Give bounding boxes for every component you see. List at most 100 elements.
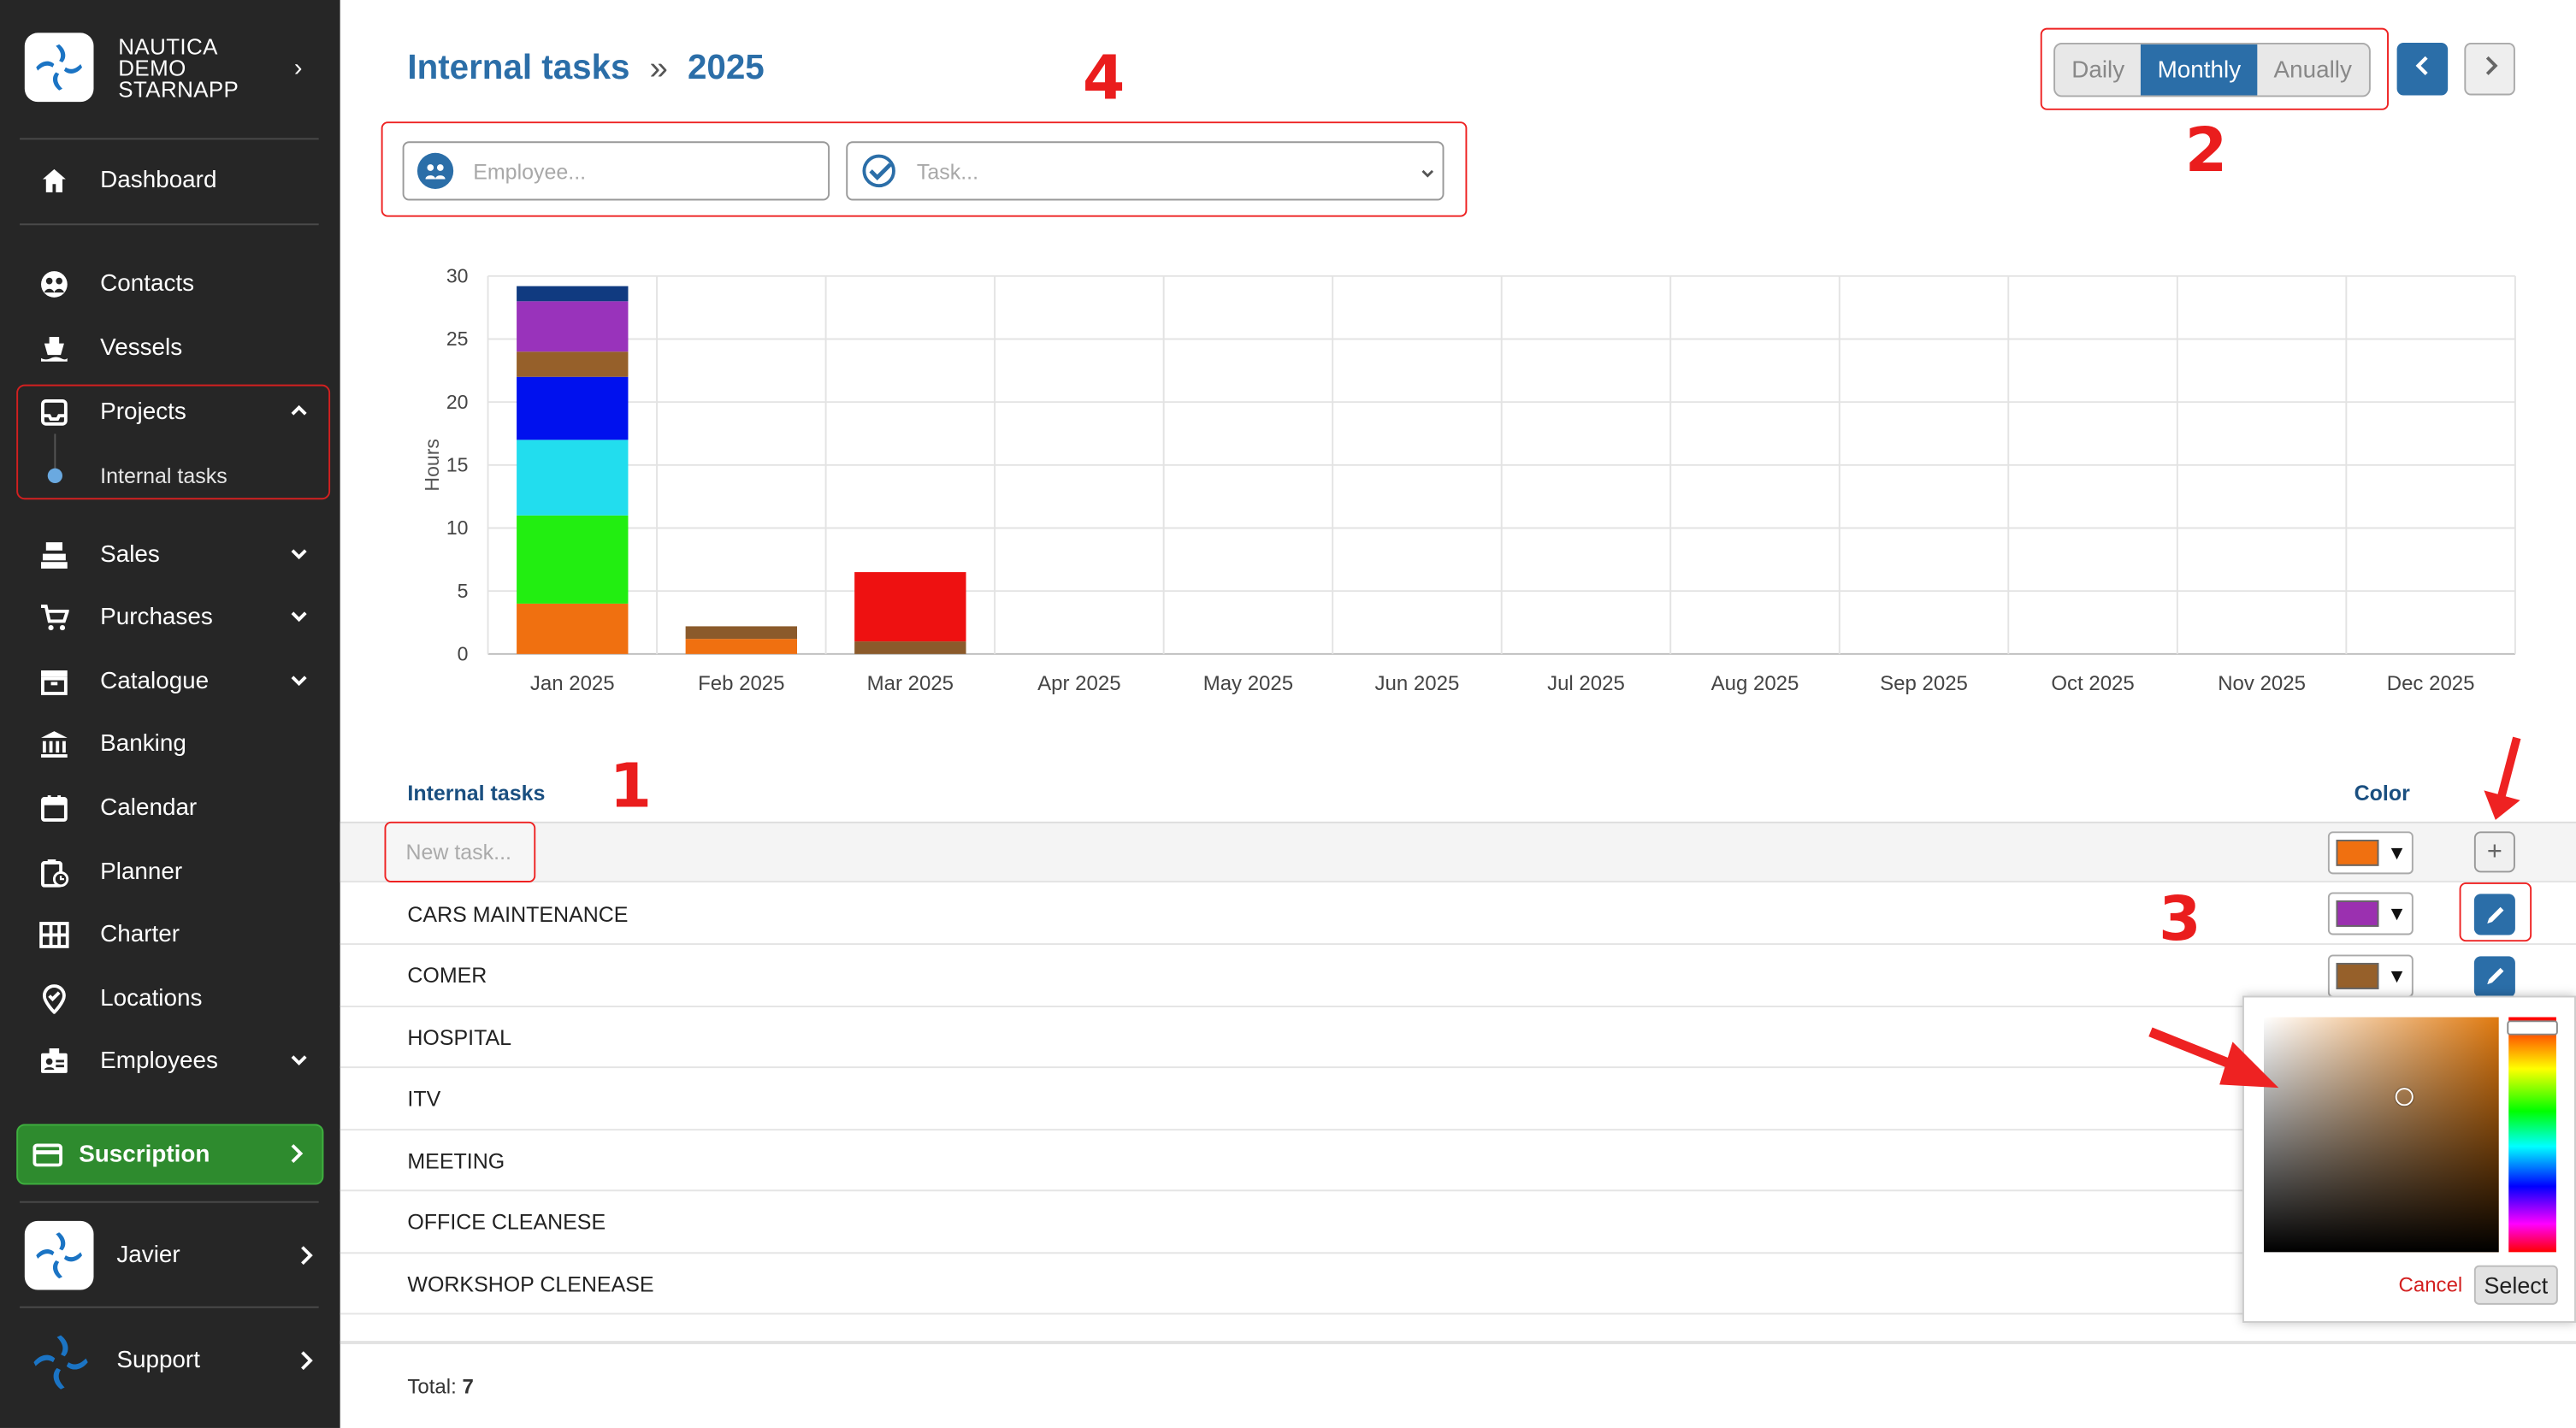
select-button[interactable]: Select xyxy=(2473,1265,2558,1305)
caret-down-icon: ▼ xyxy=(2387,841,2407,864)
y-tick-label: 15 xyxy=(446,454,469,476)
clipboard-clock-icon xyxy=(36,858,72,888)
sidebar-subitem-internal-tasks[interactable]: Internal tasks xyxy=(100,463,227,488)
task-name: MEETING xyxy=(407,1148,505,1173)
employee-filter[interactable] xyxy=(402,141,830,201)
table-footer-divider xyxy=(340,1341,2576,1344)
subscription-button[interactable]: Suscription xyxy=(16,1124,324,1185)
saturation-value-area[interactable] xyxy=(2264,1017,2499,1253)
bar-segment xyxy=(517,440,629,516)
x-tick-label: Sep 2025 xyxy=(1880,672,1968,695)
x-tick-label: Jul 2025 xyxy=(1547,672,1625,695)
chevron-right-icon xyxy=(2480,53,2500,85)
sidebar-item-label: Calendar xyxy=(100,795,198,822)
bar-segment xyxy=(517,603,629,654)
sidebar-item-label: Charter xyxy=(100,922,180,948)
bar-segment xyxy=(854,572,966,642)
y-tick-label: 0 xyxy=(458,643,469,665)
bar-segment xyxy=(517,376,629,440)
sidebar-item-catalogue[interactable]: Catalogue xyxy=(20,656,325,708)
sidebar-item-label: Vessels xyxy=(100,335,183,362)
task-filter[interactable] xyxy=(846,141,1445,201)
chevron-right-icon xyxy=(296,1349,316,1381)
x-tick-label: Dec 2025 xyxy=(2387,672,2475,695)
ship-icon xyxy=(36,333,72,363)
color-swatch xyxy=(2336,900,2379,927)
breadcrumb-section[interactable]: Internal tasks xyxy=(407,50,629,89)
x-tick-label: Oct 2025 xyxy=(2051,672,2134,695)
task-name: OFFICE CLEANESE xyxy=(407,1209,606,1235)
plus-icon: + xyxy=(2486,837,2502,865)
new-task-field[interactable] xyxy=(384,821,536,882)
brand-header[interactable]: NAUTICA DEMO STARNAPP › xyxy=(0,0,340,138)
chevron-right-icon: › xyxy=(293,54,303,83)
bar-segment xyxy=(517,301,629,352)
bar-segment xyxy=(685,626,797,640)
sidebar-item-projects[interactable]: Projects xyxy=(20,387,325,439)
sidebar-item-calendar[interactable]: Calendar xyxy=(20,782,325,835)
brand-name: NAUTICA DEMO STARNAPP xyxy=(118,34,239,103)
period-daily[interactable]: Daily xyxy=(2055,44,2141,96)
sidebar-item-sales[interactable]: Sales xyxy=(20,529,325,581)
hue-slider-handle[interactable] xyxy=(2507,1020,2558,1036)
task-color-picker[interactable]: ▼ xyxy=(2327,953,2414,997)
hours-chart: 0 5 10 15 20 25 30 Jan 2025 Feb 2025 Mar 2025 Apr … xyxy=(421,265,2516,695)
task-select[interactable] xyxy=(916,158,1213,184)
support-menu[interactable]: Support xyxy=(0,1321,340,1400)
hue-slider[interactable] xyxy=(2508,1017,2556,1253)
sidebar-item-charter[interactable]: Charter xyxy=(20,909,325,961)
chevron-down-icon xyxy=(1420,161,1436,191)
color-cursor[interactable] xyxy=(2395,1088,2414,1106)
sidebar-item-dashboard[interactable]: Dashboard xyxy=(20,155,325,207)
y-tick-label: 25 xyxy=(446,327,469,350)
prev-period-button[interactable] xyxy=(2396,42,2449,96)
period-monthly[interactable]: Monthly xyxy=(2141,44,2258,96)
x-tick-label: Jan 2025 xyxy=(530,672,615,695)
color-swatch xyxy=(2336,962,2379,988)
x-tick-label: Apr 2025 xyxy=(1037,672,1120,695)
new-task-input[interactable] xyxy=(405,839,521,864)
bar-segment xyxy=(854,641,966,654)
total-count: Total: 7 xyxy=(407,1375,473,1398)
user-menu[interactable]: Javier xyxy=(0,1216,340,1295)
cancel-button[interactable]: Cancel xyxy=(2399,1273,2463,1296)
sidebar: NAUTICA DEMO STARNAPP › Dashboard Contac… xyxy=(0,0,340,1428)
sidebar-item-label: Projects xyxy=(100,398,186,426)
sidebar-item-purchases[interactable]: Purchases xyxy=(20,592,325,644)
sidebar-item-vessels[interactable]: Vessels xyxy=(20,322,325,375)
edit-task-button[interactable] xyxy=(2473,955,2515,997)
location-check-icon xyxy=(36,984,72,1014)
cash-register-icon xyxy=(36,540,72,570)
sidebar-item-locations[interactable]: Locations xyxy=(20,973,325,1025)
task-color-picker[interactable]: ▼ xyxy=(2327,892,2414,935)
sidebar-item-employees[interactable]: Employees xyxy=(20,1036,325,1088)
archive-icon xyxy=(36,667,72,697)
sidebar-item-label: Sales xyxy=(100,542,160,569)
task-name: ITV xyxy=(407,1086,441,1112)
divider xyxy=(20,138,319,140)
new-task-color-picker[interactable]: ▼ xyxy=(2327,831,2414,875)
total-label: Total: xyxy=(407,1375,457,1399)
support-label: Support xyxy=(116,1347,200,1374)
x-tick-label: Aug 2025 xyxy=(1711,672,1799,695)
sidebar-item-contacts[interactable]: Contacts xyxy=(20,258,325,310)
annotation-1: 1 xyxy=(609,751,653,822)
chart-y-axis-label: Hours xyxy=(421,439,443,491)
divider xyxy=(20,1306,319,1308)
add-task-button[interactable]: + xyxy=(2473,831,2515,873)
next-period-button[interactable] xyxy=(2464,42,2515,96)
period-annually[interactable]: Anually xyxy=(2257,44,2368,96)
employee-input[interactable] xyxy=(473,158,769,184)
breadcrumb: Internal tasks » 2025 xyxy=(407,50,764,89)
task-name: WORKSHOP CLENEASE xyxy=(407,1271,654,1296)
sidebar-item-label: Catalogue xyxy=(100,669,210,695)
grid-icon xyxy=(36,920,72,950)
employees-icon xyxy=(417,152,454,189)
sidebar-item-planner[interactable]: Planner xyxy=(20,847,325,899)
annotation-3: 3 xyxy=(2159,883,2201,955)
task-name: HOSPITAL xyxy=(407,1024,512,1050)
sidebar-item-label: Contacts xyxy=(100,271,195,298)
pencil-icon xyxy=(2483,965,2506,988)
sidebar-item-banking[interactable]: Banking xyxy=(20,718,325,770)
y-tick-label: 5 xyxy=(458,580,469,602)
